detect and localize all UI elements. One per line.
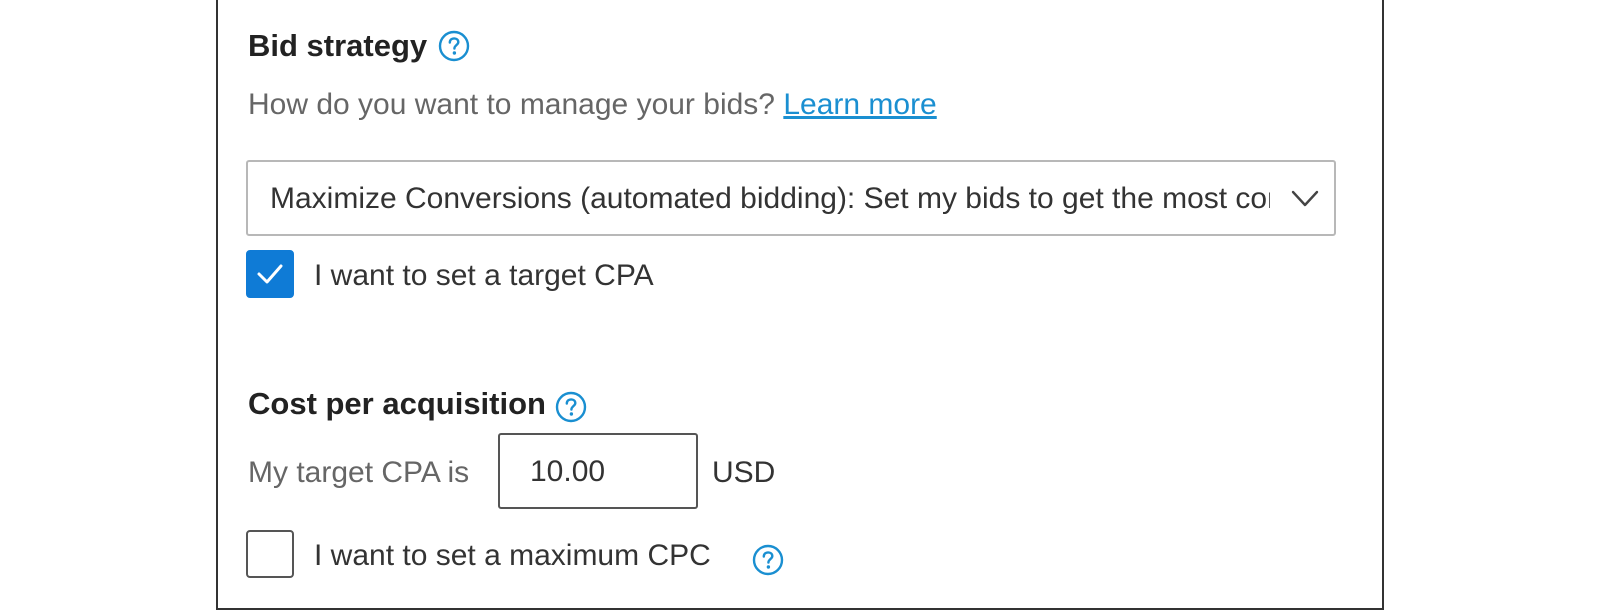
cost-per-acquisition-heading: Cost per acquisition — [248, 386, 546, 421]
bid-strategy-heading: Bid strategy — [248, 28, 428, 63]
chevron-down-icon — [1291, 190, 1319, 207]
bid-question-row: How do you want to manage your bids? Lea… — [248, 90, 937, 120]
max-cpc-checkbox[interactable] — [246, 530, 294, 578]
target-cpa-checkbox-label: I want to set a target CPA — [314, 259, 654, 292]
target-cpa-checkbox[interactable] — [246, 250, 294, 298]
currency-label: USD — [712, 456, 776, 489]
question-circle-icon[interactable] — [438, 30, 470, 67]
bid-question-text: How do you want to manage your bids? — [248, 88, 775, 121]
bid-strategy-dropdown[interactable]: Maximize Conversions (automated bidding)… — [246, 160, 1336, 236]
target-cpa-label: My target CPA is — [248, 456, 470, 489]
max-cpc-checkbox-label: I want to set a maximum CPC — [314, 539, 711, 572]
question-circle-icon[interactable] — [752, 544, 784, 581]
target-cpa-input[interactable]: 10.00 — [498, 433, 698, 509]
learn-more-link[interactable]: Learn more — [783, 88, 936, 121]
target-cpa-value: 10.00 — [530, 455, 606, 488]
bid-strategy-selected-value: Maximize Conversions (automated bidding)… — [270, 184, 1270, 214]
checkmark-icon — [257, 264, 283, 284]
question-circle-icon[interactable] — [555, 391, 587, 428]
